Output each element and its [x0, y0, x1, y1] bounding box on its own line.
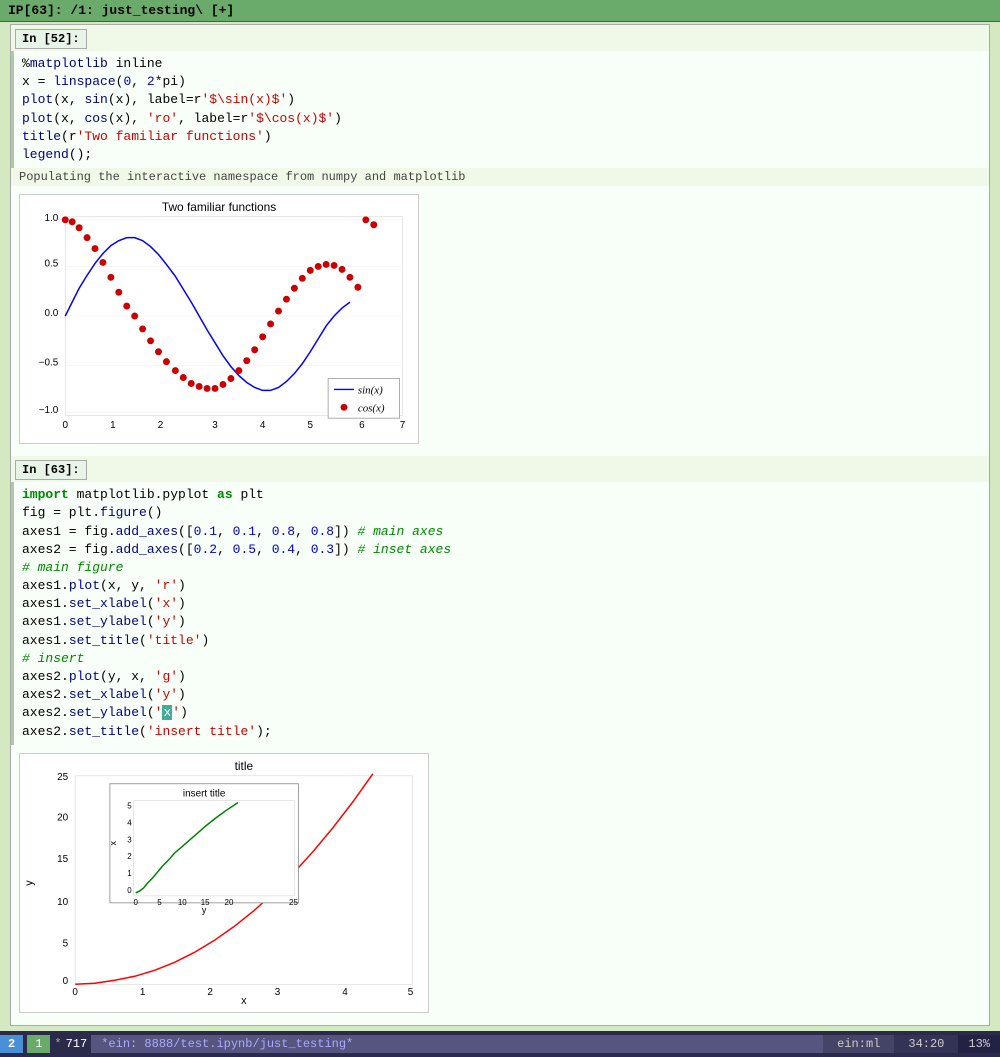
code-line-c63-16: axes2.set_ylabel('x') — [22, 704, 981, 722]
svg-text:0.0: 0.0 — [45, 308, 59, 319]
code-line-c63-13: # insert — [22, 650, 981, 668]
svg-text:4: 4 — [127, 818, 132, 827]
svg-text:5: 5 — [127, 801, 132, 810]
svg-text:y: y — [23, 879, 35, 885]
chart-63: title y 25 20 15 10 5 0 x 0 1 2 3 4 5 — [19, 753, 429, 1013]
svg-text:1.0: 1.0 — [45, 213, 59, 224]
chart-52: Two familiar functions 1.0 0.5 0.0 −0.5 … — [19, 194, 419, 444]
svg-text:1: 1 — [140, 987, 146, 998]
cell-63-label: In [63]: — [15, 460, 87, 480]
cell-63: In [63]: import matplotlib.pyplot as plt… — [11, 456, 989, 745]
cell-63-content[interactable]: import matplotlib.pyplot as plt fig = pl… — [11, 482, 989, 745]
chart-63-container: title y 25 20 15 10 5 0 x 0 1 2 3 4 5 — [11, 745, 989, 1025]
svg-text:x: x — [108, 840, 118, 845]
svg-text:5: 5 — [157, 898, 162, 907]
svg-text:2: 2 — [127, 852, 131, 861]
code-line-c63-2: fig = plt.figure() — [22, 504, 981, 522]
code-line-3: plot(x, sin(x), label=r'$\sin(x)$') — [22, 91, 981, 109]
svg-text:−0.5: −0.5 — [39, 358, 59, 369]
svg-text:7: 7 — [400, 420, 406, 431]
code-line-c63-8: axes1.plot(x, y, 'r') — [22, 577, 981, 595]
svg-text:0.5: 0.5 — [45, 259, 59, 270]
svg-text:insert title: insert title — [183, 788, 226, 799]
svg-text:3: 3 — [212, 420, 218, 431]
svg-text:10: 10 — [57, 897, 69, 908]
code-line-c63-4: axes1 = fig.add_axes([0.1, 0.1, 0.8, 0.8… — [22, 523, 981, 541]
notebook: In [52]: %matplotlib inline x = linspace… — [10, 24, 990, 1026]
svg-text:2: 2 — [158, 420, 164, 431]
svg-text:0: 0 — [127, 886, 132, 895]
svg-text:cos(x): cos(x) — [358, 402, 385, 414]
status-mode: ein:ml — [823, 1035, 894, 1053]
svg-text:5: 5 — [408, 987, 414, 998]
code-line-6: legend(); — [22, 146, 981, 164]
cell-63-label-row: In [63]: — [11, 456, 989, 482]
cell-52-label-row: In [52]: — [11, 25, 989, 51]
svg-text:20: 20 — [225, 898, 234, 907]
svg-text:y: y — [202, 905, 207, 915]
svg-text:Two familiar functions: Two familiar functions — [162, 200, 276, 214]
status-num1: 2 — [0, 1035, 23, 1053]
code-line-c63-17: axes2.set_title('insert title'); — [22, 723, 981, 741]
code-line-2: x = linspace(0, 2*pi) — [22, 73, 981, 91]
status-cellnum: 717 — [66, 1037, 88, 1051]
code-line-c63-15: axes2.set_xlabel('y') — [22, 686, 981, 704]
svg-text:0: 0 — [63, 976, 69, 987]
status-file: *ein: 8888/test.ipynb/just_testing* — [91, 1035, 823, 1053]
title-text: IP[63]: /1: just_testing\ [+] — [8, 3, 234, 18]
svg-text:sin(x): sin(x) — [358, 385, 383, 397]
svg-text:4: 4 — [260, 420, 266, 431]
svg-text:title: title — [235, 759, 254, 773]
status-bar: 2 1 * 717 *ein: 8888/test.ipynb/just_tes… — [0, 1031, 1000, 1057]
svg-text:1: 1 — [110, 420, 116, 431]
status-num2: 1 — [27, 1035, 50, 1053]
svg-text:6: 6 — [359, 420, 365, 431]
code-line-c63-10: axes1.set_ylabel('y') — [22, 613, 981, 631]
svg-text:25: 25 — [57, 772, 69, 783]
svg-text:5: 5 — [308, 420, 314, 431]
svg-text:25: 25 — [289, 898, 298, 907]
status-percent: 13% — [958, 1035, 1000, 1053]
code-line-c63-7: # main figure — [22, 559, 981, 577]
svg-text:15: 15 — [57, 854, 69, 865]
code-line-c63-1: import matplotlib.pyplot as plt — [22, 486, 981, 504]
svg-text:0: 0 — [133, 898, 138, 907]
title-bar: IP[63]: /1: just_testing\ [+] — [0, 0, 1000, 22]
svg-text:x: x — [241, 995, 247, 1007]
code-line-5: title(r'Two familiar functions') — [22, 128, 981, 146]
code-line-c63-9: axes1.set_xlabel('x') — [22, 595, 981, 613]
code-line-c63-11: axes1.set_title('title') — [22, 632, 981, 650]
cell-52-content[interactable]: %matplotlib inline x = linspace(0, 2*pi)… — [11, 51, 989, 168]
svg-text:3: 3 — [127, 835, 132, 844]
code-line-1: %matplotlib inline — [22, 55, 981, 73]
output-text-52: Populating the interactive namespace fro… — [11, 168, 989, 186]
chart-52-container: Two familiar functions 1.0 0.5 0.0 −0.5 … — [11, 186, 989, 456]
cell-52-label: In [52]: — [15, 29, 87, 49]
svg-text:20: 20 — [57, 812, 69, 823]
svg-text:−1.0: −1.0 — [39, 405, 59, 416]
svg-text:0: 0 — [72, 987, 78, 998]
svg-text:3: 3 — [275, 987, 281, 998]
status-indicator: * — [54, 1037, 61, 1051]
svg-text:1: 1 — [127, 869, 132, 878]
svg-text:2: 2 — [207, 987, 213, 998]
svg-text:10: 10 — [178, 898, 187, 907]
svg-text:0: 0 — [62, 420, 68, 431]
svg-text:4: 4 — [342, 987, 348, 998]
cell-52: In [52]: %matplotlib inline x = linspace… — [11, 25, 989, 168]
status-position: 34:20 — [894, 1035, 958, 1053]
code-line-c63-14: axes2.plot(y, x, 'g') — [22, 668, 981, 686]
code-line-4: plot(x, cos(x), 'ro', label=r'$\cos(x)$'… — [22, 110, 981, 128]
svg-text:5: 5 — [63, 938, 69, 949]
code-line-c63-5: axes2 = fig.add_axes([0.2, 0.5, 0.4, 0.3… — [22, 541, 981, 559]
